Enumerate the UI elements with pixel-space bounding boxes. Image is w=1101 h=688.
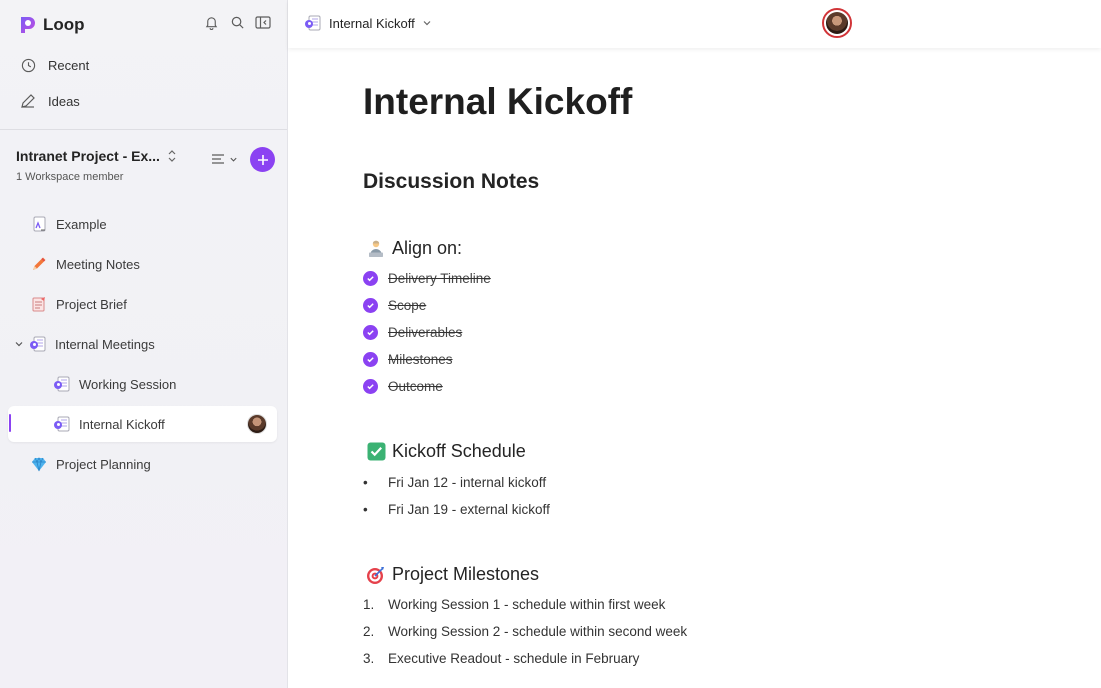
- page-label: Project Planning: [56, 456, 151, 472]
- checklist-text[interactable]: Deliverables: [388, 325, 462, 340]
- loop-logo-icon: [21, 17, 35, 33]
- page-label: Internal Meetings: [55, 336, 155, 352]
- checklist-item: Delivery Timeline: [363, 268, 491, 288]
- checkbox-checked-icon[interactable]: [363, 297, 378, 313]
- page-item-example[interactable]: Example: [8, 206, 277, 242]
- bell-icon[interactable]: [203, 14, 219, 30]
- pencil-emoji-icon: [30, 255, 48, 273]
- selected-indicator: [9, 414, 11, 432]
- page-item-project-planning[interactable]: Project Planning: [8, 446, 277, 482]
- checklist-text[interactable]: Delivery Timeline: [388, 271, 491, 286]
- list-sort-icon: [212, 154, 224, 164]
- bullet-text: Fri Jan 19 - external kickoff: [388, 501, 550, 517]
- search-icon[interactable]: [229, 14, 245, 30]
- avatar-image: [826, 12, 848, 34]
- numbered-item[interactable]: 1. Working Session 1 - schedule within f…: [363, 594, 665, 614]
- nav-label: Ideas: [48, 93, 80, 109]
- numbered-text: Working Session 1 - schedule within firs…: [388, 596, 666, 612]
- bullet-text: Fri Jan 12 - internal kickoff: [388, 474, 547, 490]
- nav-recent[interactable]: Recent: [20, 54, 89, 76]
- loop-page-icon: [305, 15, 321, 31]
- sidebar: Loop Recent Ideas Intranet Project - Ex.…: [0, 0, 288, 688]
- user-avatar[interactable]: [822, 8, 852, 38]
- memo-emoji-icon: [30, 295, 48, 313]
- app-name: Loop: [43, 15, 85, 34]
- collapse-sidebar-icon[interactable]: [255, 14, 271, 30]
- collaborator-avatar: [247, 414, 267, 434]
- bullet-item[interactable]: • Fri Jan 12 - internal kickoff: [363, 472, 546, 492]
- checkbox-checked-icon[interactable]: [363, 270, 378, 286]
- gem-emoji-icon: [30, 455, 48, 473]
- checkbox-checked-icon[interactable]: [363, 324, 378, 340]
- bullet-icon: •: [363, 501, 368, 517]
- checklist-item: Scope: [363, 295, 426, 315]
- target-dart-emoji-icon: [366, 565, 386, 585]
- sort-menu-button[interactable]: [211, 152, 239, 166]
- loop-page-icon: [30, 215, 48, 233]
- clock-icon: [20, 57, 36, 73]
- page-label: Example: [56, 216, 107, 232]
- nav-ideas[interactable]: Ideas: [20, 90, 80, 112]
- loop-page-icon: [29, 335, 47, 353]
- page-item-working-session[interactable]: Working Session: [8, 366, 277, 402]
- page-label: Internal Kickoff: [79, 416, 165, 432]
- checklist-item: Milestones: [363, 349, 453, 369]
- loop-page-icon: [53, 375, 71, 393]
- page-header: Internal Kickoff: [288, 0, 1101, 48]
- sidebar-divider: [0, 129, 287, 130]
- list-number: 2.: [363, 623, 375, 639]
- numbered-text: Executive Readout - schedule in February: [388, 650, 640, 666]
- pencil-note-icon: [20, 93, 36, 109]
- numbered-text: Working Session 2 - schedule within seco…: [388, 623, 688, 639]
- milestones-heading[interactable]: Project Milestones: [366, 564, 539, 585]
- breadcrumb[interactable]: Internal Kickoff: [304, 14, 432, 32]
- sidebar-top-actions: [203, 14, 271, 30]
- add-page-button[interactable]: [250, 147, 275, 172]
- check-mark-button-emoji-icon: [366, 442, 386, 462]
- checklist-text[interactable]: Outcome: [388, 379, 443, 394]
- nav-label: Recent: [48, 57, 90, 73]
- bullet-item[interactable]: • Fri Jan 19 - external kickoff: [363, 499, 550, 519]
- page-label: Meeting Notes: [56, 256, 140, 272]
- checklist-item: Deliverables: [363, 322, 462, 342]
- plus-icon: [257, 154, 268, 165]
- heading-text: Kickoff Schedule: [392, 441, 526, 461]
- page-item-meeting-notes[interactable]: Meeting Notes: [8, 246, 277, 282]
- checklist-text[interactable]: Scope: [388, 298, 426, 313]
- app-brand[interactable]: Loop: [17, 12, 85, 38]
- page-item-project-brief[interactable]: Project Brief: [8, 286, 277, 322]
- checkbox-checked-icon[interactable]: [363, 378, 378, 394]
- loop-page-icon: [53, 415, 71, 433]
- numbered-item[interactable]: 2. Working Session 2 - schedule within s…: [363, 621, 687, 641]
- workspace-members: 1 Workspace member: [16, 171, 124, 183]
- page-label: Project Brief: [56, 296, 127, 312]
- list-number: 1.: [363, 596, 375, 612]
- checkbox-checked-icon[interactable]: [363, 351, 378, 367]
- list-number: 3.: [363, 650, 375, 666]
- checklist-item: Outcome: [363, 376, 443, 396]
- heading-text: Align on:: [392, 238, 463, 258]
- section-heading[interactable]: Discussion Notes: [363, 170, 539, 194]
- workspace-title: Intranet Project - Ex...: [16, 148, 160, 164]
- align-heading[interactable]: Align on:: [366, 238, 462, 259]
- chevron-updown-icon: [168, 150, 176, 162]
- workspace-switcher[interactable]: Intranet Project - Ex...: [16, 148, 178, 164]
- bullet-icon: •: [363, 474, 368, 490]
- schedule-heading[interactable]: Kickoff Schedule: [366, 441, 526, 462]
- chevron-down-icon: [423, 21, 431, 26]
- page-label: Working Session: [79, 376, 177, 392]
- person-at-laptop-emoji-icon: [366, 239, 386, 259]
- heading-text: Project Milestones: [392, 564, 540, 584]
- checklist-text[interactable]: Milestones: [388, 352, 453, 367]
- page-title[interactable]: Internal Kickoff: [363, 81, 632, 123]
- page-item-internal-kickoff[interactable]: Internal Kickoff: [8, 406, 277, 442]
- breadcrumb-label: Internal Kickoff: [329, 15, 415, 31]
- numbered-item[interactable]: 3. Executive Readout - schedule in Febru…: [363, 648, 639, 668]
- chevron-down-icon: [230, 157, 237, 162]
- page-item-internal-meetings[interactable]: Internal Meetings: [8, 326, 277, 362]
